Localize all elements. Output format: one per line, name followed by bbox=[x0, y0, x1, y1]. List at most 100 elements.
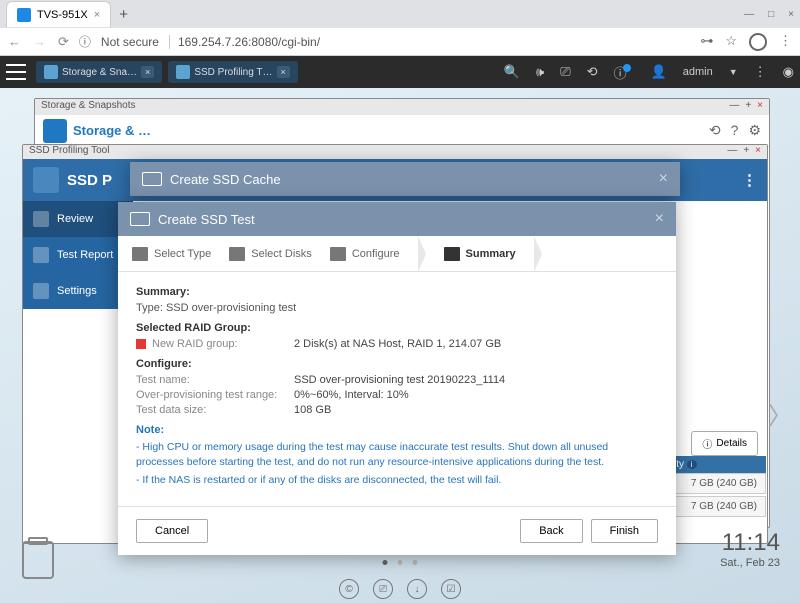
refresh-icon[interactable]: ⟲ bbox=[709, 122, 721, 139]
browser-tab-strip: TVS-951X × + — □ × bbox=[0, 0, 800, 28]
minimize-icon[interactable]: — bbox=[727, 145, 737, 159]
window-titlebar[interactable]: Storage & Snapshots — + × bbox=[35, 99, 769, 115]
desktop: Storage & Sna… × SSD Profiling T… × 🔍 🕪 … bbox=[0, 56, 800, 603]
note-heading: Note: bbox=[136, 424, 658, 436]
menu-icon[interactable]: ⋮ bbox=[779, 33, 792, 51]
favicon-icon bbox=[17, 8, 31, 22]
raid-color-icon bbox=[136, 339, 146, 349]
task-close-icon[interactable]: × bbox=[141, 66, 154, 78]
security-icon[interactable]: ⓘ bbox=[79, 33, 91, 50]
modal-header[interactable]: Create SSD Test × bbox=[118, 202, 676, 236]
size-key: Test data size: bbox=[136, 404, 294, 416]
raid-name: New RAID group: bbox=[136, 338, 294, 350]
user-label[interactable]: admin bbox=[683, 66, 713, 78]
step-arrow-icon bbox=[418, 236, 426, 272]
profiling-icon bbox=[176, 65, 190, 79]
maximize-icon[interactable]: □ bbox=[768, 9, 774, 20]
close-icon[interactable]: × bbox=[755, 145, 761, 159]
account-icon[interactable] bbox=[749, 33, 767, 51]
page-indicator[interactable] bbox=[383, 560, 418, 565]
minimize-icon[interactable]: — bbox=[729, 100, 739, 114]
window-title: Storage & Snapshots bbox=[41, 100, 136, 114]
browser-tab[interactable]: TVS-951X × bbox=[6, 1, 111, 27]
back-button[interactable]: Back bbox=[520, 519, 582, 543]
task-label: Storage & Sna… bbox=[62, 67, 137, 78]
details-button[interactable]: ⓘ Details bbox=[691, 431, 758, 456]
task-storage[interactable]: Storage & Sna… × bbox=[36, 61, 162, 83]
chevron-down-icon[interactable]: ▼ bbox=[729, 67, 738, 77]
maximize-icon[interactable]: + bbox=[743, 145, 749, 159]
qts-topbar: Storage & Sna… × SSD Profiling T… × 🔍 🕪 … bbox=[0, 56, 800, 88]
new-tab-button[interactable]: + bbox=[119, 6, 128, 23]
security-text: Not secure bbox=[101, 35, 159, 49]
modal-body: Summary: Type: SSD over-provisioning tes… bbox=[118, 272, 676, 506]
gear-icon bbox=[33, 283, 49, 299]
disk-icon bbox=[229, 247, 245, 261]
capacity-header: ity i bbox=[666, 456, 766, 473]
modal-footer: Cancel Back Finish bbox=[118, 506, 676, 555]
step-select-disks[interactable]: Select Disks bbox=[229, 247, 312, 261]
raid-value: 2 Disk(s) at NAS Host, RAID 1, 214.07 GB bbox=[294, 338, 501, 350]
list-icon bbox=[132, 247, 148, 261]
close-icon[interactable]: × bbox=[757, 100, 763, 114]
step-arrow-icon bbox=[534, 236, 542, 272]
info-icon[interactable]: ⓘ bbox=[614, 63, 635, 82]
sidebar-item-settings[interactable]: Settings bbox=[23, 273, 133, 309]
star-icon[interactable]: ☆ bbox=[725, 33, 737, 51]
search-icon[interactable]: 🔍 bbox=[504, 64, 520, 80]
sidebar-item-label: Review bbox=[57, 213, 93, 225]
dock-icon[interactable]: ↓ bbox=[407, 579, 427, 599]
minimize-icon[interactable]: — bbox=[744, 9, 754, 20]
close-icon[interactable]: × bbox=[659, 170, 668, 188]
more-icon[interactable]: ⋮ bbox=[742, 171, 757, 189]
volume-icon[interactable]: 🕪 bbox=[536, 64, 544, 80]
maximize-icon[interactable]: + bbox=[745, 100, 751, 114]
window-title: SSD Profiling Tool bbox=[29, 145, 109, 159]
close-tab-icon[interactable]: × bbox=[94, 9, 100, 21]
task-close-icon[interactable]: × bbox=[277, 66, 290, 78]
forward-icon: → bbox=[33, 34, 46, 50]
dashboard-icon[interactable]: ◉ bbox=[783, 64, 794, 80]
cancel-button[interactable]: Cancel bbox=[136, 519, 208, 543]
dock-icon[interactable]: ⎚ bbox=[373, 579, 393, 599]
devices-icon[interactable]: ⎚ bbox=[560, 64, 570, 80]
test-name-key: Test name: bbox=[136, 374, 294, 386]
flask-icon bbox=[33, 211, 49, 227]
more-icon[interactable]: ⋮ bbox=[754, 64, 767, 80]
key-icon[interactable]: ⊶ bbox=[700, 33, 713, 51]
summary-heading: Summary: bbox=[136, 286, 658, 298]
next-page-icon[interactable]: 〉 bbox=[768, 396, 792, 431]
trash-icon[interactable] bbox=[22, 541, 54, 579]
sidebar-item-test-reports[interactable]: Test Report bbox=[23, 237, 133, 273]
app-title: Storage & … bbox=[73, 123, 151, 138]
clipboard-icon bbox=[33, 247, 49, 263]
app-title: SSD P bbox=[67, 172, 112, 189]
close-icon[interactable]: × bbox=[788, 9, 794, 20]
dock-icon[interactable]: ☑ bbox=[441, 579, 461, 599]
sidebar-item-review[interactable]: Review bbox=[23, 201, 133, 237]
user-icon[interactable]: 👤 bbox=[651, 64, 667, 80]
url-text[interactable]: 169.254.7.26:8080/cgi-bin/ bbox=[169, 35, 320, 49]
step-configure[interactable]: Configure bbox=[330, 247, 400, 261]
close-icon[interactable]: × bbox=[655, 210, 664, 228]
disk-row[interactable]: 7 GB (240 GB) bbox=[666, 473, 766, 494]
finish-button[interactable]: Finish bbox=[591, 519, 658, 543]
modal-header[interactable]: Create SSD Cache × bbox=[130, 162, 680, 196]
help-icon[interactable]: ? bbox=[731, 122, 739, 139]
disk-row[interactable]: 7 GB (240 GB) bbox=[666, 496, 766, 517]
back-icon[interactable]: ← bbox=[8, 34, 21, 50]
task-label: SSD Profiling T… bbox=[194, 67, 272, 78]
window-titlebar[interactable]: SSD Profiling Tool — + × bbox=[23, 145, 767, 159]
details-label: Details bbox=[716, 438, 747, 449]
reload-icon[interactable]: ⟳ bbox=[58, 34, 69, 50]
gear-icon[interactable]: ⚙ bbox=[748, 122, 761, 139]
step-select-type[interactable]: Select Type bbox=[132, 247, 211, 261]
sync-icon[interactable]: ⟲ bbox=[587, 64, 598, 80]
app-logo-icon bbox=[43, 119, 67, 143]
task-profiling[interactable]: SSD Profiling T… × bbox=[168, 61, 297, 83]
sidebar-item-label: Settings bbox=[57, 285, 97, 297]
range-value: 0%~60%, Interval: 10% bbox=[294, 389, 409, 401]
step-summary[interactable]: Summary bbox=[444, 247, 516, 261]
dock-icon[interactable]: © bbox=[339, 579, 359, 599]
hamburger-icon[interactable] bbox=[6, 64, 26, 80]
